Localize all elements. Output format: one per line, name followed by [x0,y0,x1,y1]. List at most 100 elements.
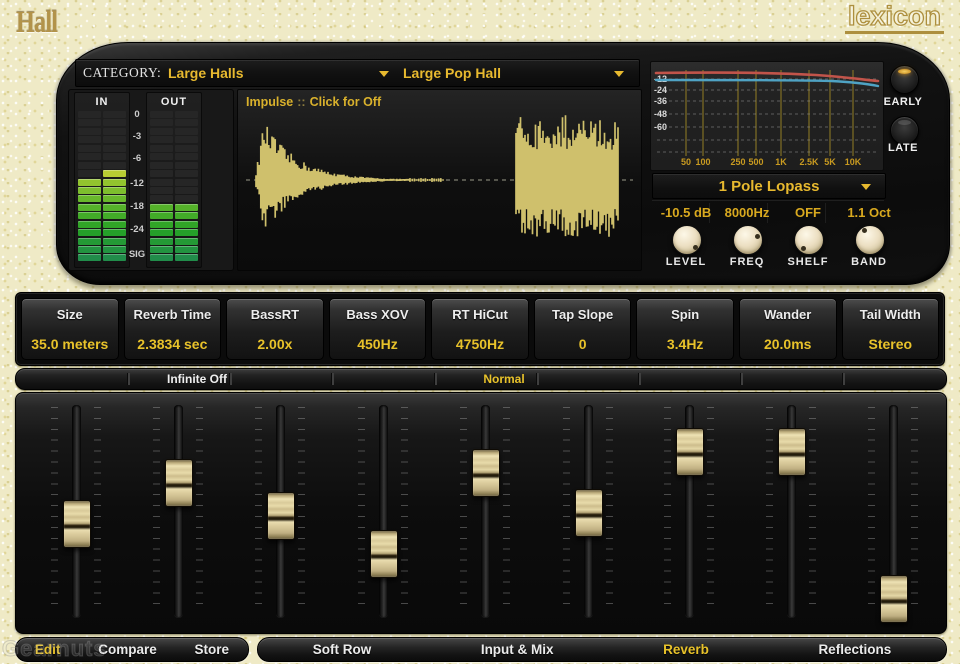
param-label: Bass XOV [330,307,426,322]
footer-button-reflections[interactable]: Reflections [818,642,891,657]
page-tabs-bar: Soft Row Input & Mix Reverb Reflections [257,637,947,662]
eq-svg: -12-24-36-48-60501002505001K2.5K5K10K [651,62,883,170]
category-select[interactable]: Large Halls [168,65,243,81]
band-knob[interactable] [855,225,885,255]
fader-handle-6[interactable] [575,489,603,537]
fader-tick-marks [153,407,160,613]
eq-y-label: -48 [654,109,667,119]
infinite-mode-button[interactable]: Infinite Off [167,372,227,386]
meter-segment [175,128,198,135]
filter-type-dropdown[interactable]: 1 Pole Lopass [652,173,886,199]
fader-tick-marks [401,407,408,613]
meter-segment [175,254,198,261]
param-cell-reverb-time[interactable]: Reverb Time2.3834 sec [124,298,222,360]
meter-segment [175,136,198,143]
chevron-down-icon[interactable] [614,71,624,77]
output-meter: OUT [146,92,202,268]
param-cell-tap-slope[interactable]: Tap Slope0 [534,298,632,360]
impulse-display[interactable]: Impulse::Click for Off [237,89,642,271]
fader-handle-2[interactable] [165,459,193,507]
fader-tick-marks [51,407,58,613]
strip-divider [842,373,845,385]
param-value: 0 [535,336,631,352]
eq-x-label: 500 [748,157,763,167]
fader-track-5[interactable] [481,405,490,617]
meter-segment [78,128,101,135]
late-label: LATE [870,142,936,154]
param-cell-wander[interactable]: Wander20.0ms [739,298,837,360]
freq-knob[interactable] [733,225,763,255]
footer-button-input-mix[interactable]: Input & Mix [481,642,554,657]
waveform-svg [238,112,641,270]
footer-button-soft-row[interactable]: Soft Row [313,642,372,657]
footer-button-compare[interactable]: Compare [98,642,157,657]
filter-value-level[interactable]: -10.5 dB [651,205,721,220]
meter-segment [103,187,126,194]
meter-segment [150,212,173,219]
param-cell-tail-width[interactable]: Tail WidthStereo [842,298,940,360]
tap-slope-mode-button[interactable]: Normal [483,372,524,386]
filter-value-freq[interactable]: 8000Hz [712,205,782,220]
meter-segment [103,195,126,202]
meter-segment [150,238,173,245]
meter-segment [78,254,101,261]
fader-track-2[interactable] [174,405,183,617]
eq-x-label: 1K [775,157,787,167]
meter-segment [150,136,173,143]
meter-segment [103,153,126,160]
meter-segment [150,179,173,186]
meter-segment [103,145,126,152]
meter-segment [103,229,126,236]
impulse-subtitle-text: Click for Off [310,95,382,109]
param-value: Stereo [843,336,939,352]
param-cell-bassrt[interactable]: BassRT2.00x [226,298,324,360]
early-button[interactable] [890,65,919,94]
meter-segment [78,111,101,118]
filter-value-shelf[interactable]: OFF [773,205,843,220]
filter-value-band[interactable]: 1.1 Oct [834,205,904,220]
param-cell-rt-hicut[interactable]: RT HiCut4750Hz [431,298,529,360]
fader-handle-3[interactable] [267,492,295,540]
late-button[interactable] [890,116,919,145]
meter-segment [78,212,101,219]
eq-x-label: 50 [681,157,691,167]
knob-indicator [755,234,760,239]
fader-handle-7[interactable] [676,428,704,476]
meter-segment [175,221,198,228]
meter-segment [175,162,198,169]
preset-select[interactable]: Large Pop Hall [403,65,501,81]
meter-segment [175,111,198,118]
strip-divider [127,373,130,385]
footer-button-edit[interactable]: Edit [35,642,61,657]
param-cell-spin[interactable]: Spin3.4Hz [636,298,734,360]
param-label: Wander [740,307,836,322]
footer-button-reverb[interactable]: Reverb [663,642,709,657]
eq-x-label: 100 [695,157,710,167]
meter-segment [150,153,173,160]
category-label: CATEGORY: [83,65,161,81]
chevron-down-icon [861,184,871,190]
level-knob[interactable] [672,225,702,255]
meter-segment [78,187,101,194]
fader-handle-5[interactable] [472,449,500,497]
param-value: 35.0 meters [22,336,118,352]
fader-handle-8[interactable] [778,428,806,476]
meter-segment [103,119,126,126]
chevron-down-icon[interactable] [379,71,389,77]
mode-strip: Infinite Off Normal [15,368,947,390]
shelf-knob[interactable] [794,225,824,255]
fader-track-4[interactable] [379,405,388,617]
fader-handle-9[interactable] [880,575,908,623]
fader-handle-4[interactable] [370,530,398,578]
eq-x-label: 10K [845,157,862,167]
fader-handle-1[interactable] [63,500,91,548]
param-cell-size[interactable]: Size35.0 meters [21,298,119,360]
meter-segment [150,204,173,211]
footer-button-store[interactable]: Store [195,642,230,657]
impulse-title-separator: :: [297,95,305,109]
fader-tick-marks [766,407,773,613]
param-cell-bass-xov[interactable]: Bass XOV450Hz [329,298,427,360]
fader-tick-marks [563,407,570,613]
strip-divider [331,373,334,385]
param-label: Reverb Time [125,307,221,322]
